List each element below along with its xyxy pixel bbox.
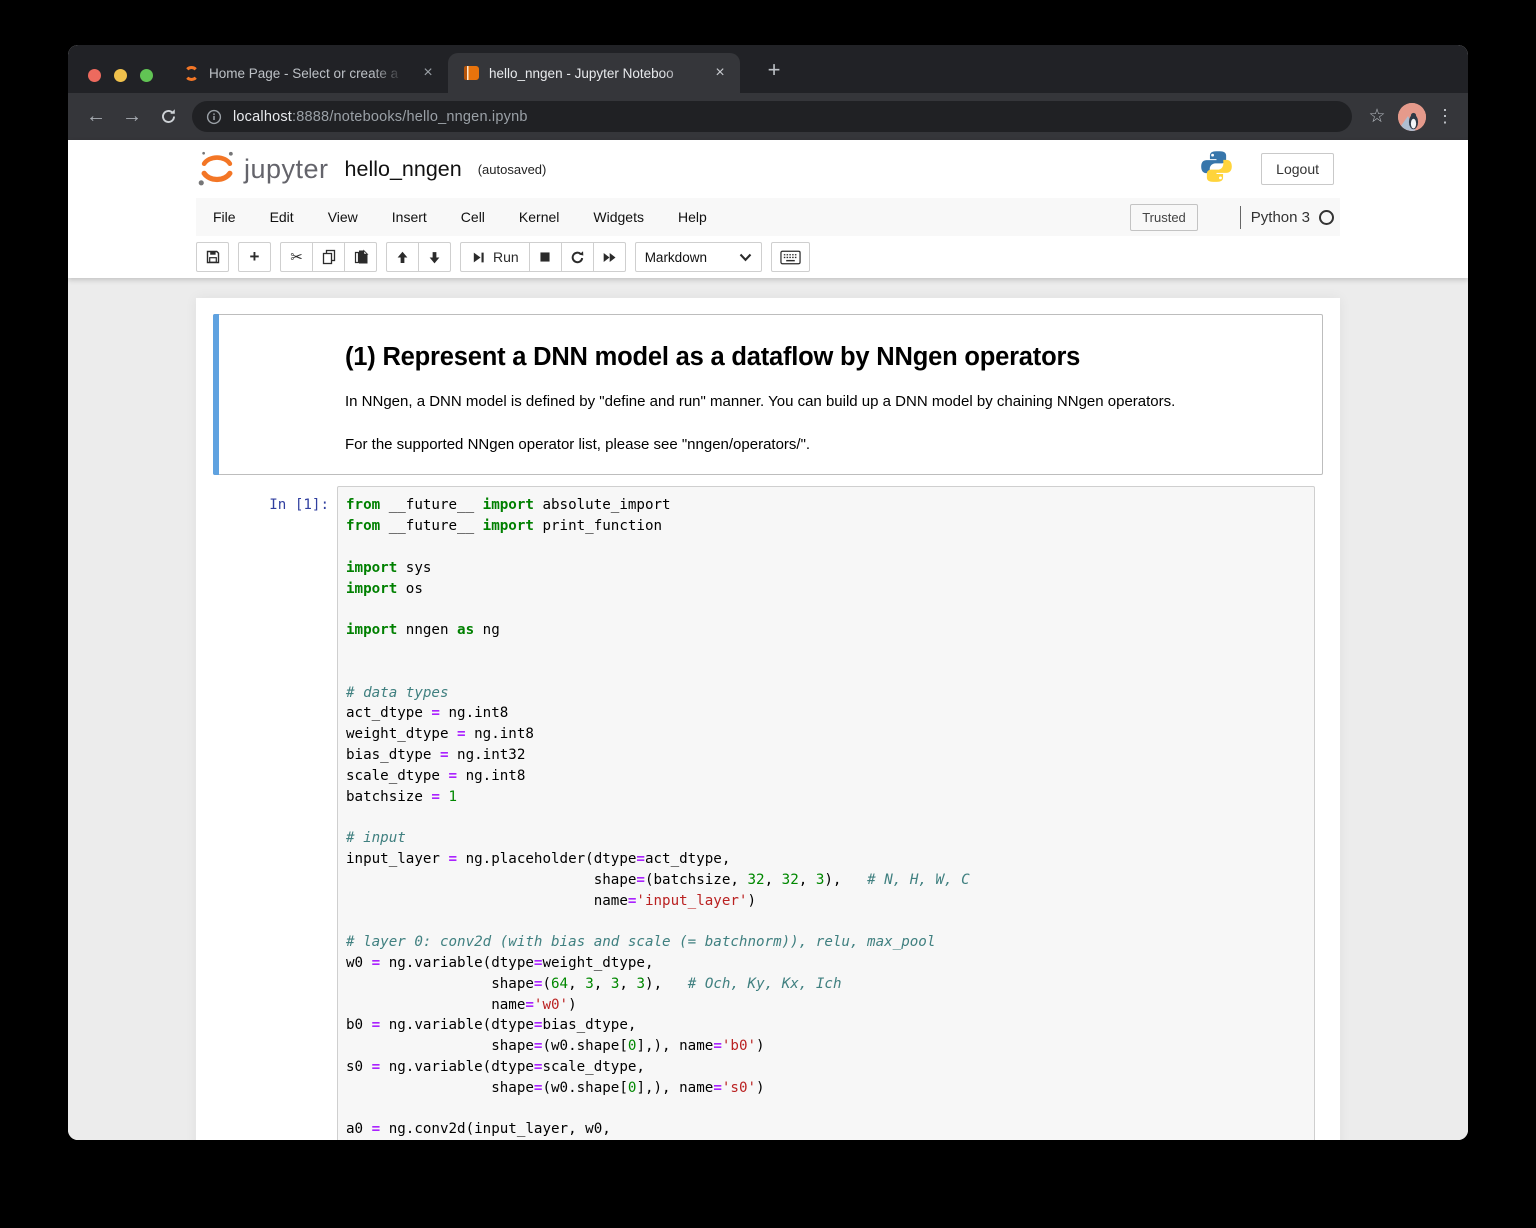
close-tab-icon[interactable]: × [418,63,438,83]
copy-icon [321,249,337,265]
input-prompt: In [1]: [213,486,337,1140]
code-editor[interactable]: from __future__ import absolute_importfr… [337,486,1315,1140]
menu-kernel[interactable]: Kernel [502,198,576,236]
python-logo-icon [1199,149,1234,189]
cut-cell-button[interactable]: ✂ [280,242,313,272]
paste-icon [353,249,369,265]
address-bar[interactable]: localhost:8888/notebooks/hello_nngen.ipy… [192,101,1352,132]
fast-forward-icon [602,250,617,265]
close-window-button[interactable] [88,69,101,82]
add-cell-button[interactable]: + [238,242,271,272]
arrow-up-icon [395,250,410,265]
kernel-name: Python 3 [1251,209,1310,226]
close-tab-icon[interactable]: × [710,63,730,83]
tab-home-page[interactable]: Home Page - Select or create a × [168,53,448,93]
restart-run-all-button[interactable] [593,242,626,272]
traffic-lights [88,69,153,82]
markdown-paragraph: In NNgen, a DNN model is defined by "def… [345,392,1292,411]
markdown-heading: (1) Represent a DNN model as a dataflow … [345,343,1292,372]
tab-title: hello_nngen - Jupyter Noteboo [489,66,700,81]
browser-toolbar: ← → localhost:8888/notebooks/hello_nngen… [68,93,1468,140]
command-palette-button[interactable] [771,242,810,272]
menu-insert[interactable]: Insert [375,198,444,236]
notebook-book-icon [464,66,479,80]
kernel-idle-indicator-icon [1319,210,1334,225]
bookmark-star-icon[interactable]: ☆ [1362,105,1392,128]
selected-cell-indicator [213,314,219,475]
notebook-toolbar: + ✂ Run [68,236,1468,278]
menu-file[interactable]: File [196,198,253,236]
stop-icon [538,250,552,264]
menu-cell[interactable]: Cell [444,198,502,236]
autosave-status: (autosaved) [478,162,547,177]
cell-type-dropdown[interactable]: Markdown [635,242,762,272]
notebook-area: (1) Represent a DNN model as a dataflow … [68,278,1468,1140]
minimize-window-button[interactable] [114,69,127,82]
restart-kernel-button[interactable] [561,242,594,272]
url-path: :8888/notebooks/hello_nngen.ipynb [292,109,528,125]
forward-icon[interactable]: → [114,99,150,135]
tab-strip: Home Page - Select or create a × hello_n… [68,45,1468,93]
kernel-divider [1240,206,1241,229]
run-cell-button[interactable]: Run [460,242,530,272]
jupyter-planet-icon [196,148,238,190]
chevron-down-icon [739,253,752,262]
jupyter-header: jupyter hello_nngen (autosaved) Logout F… [68,140,1468,278]
url-text: localhost:8888/notebooks/hello_nngen.ipy… [233,109,528,125]
jupyter-spinner-icon [184,66,199,81]
step-forward-icon [471,250,486,265]
move-cell-up-button[interactable] [386,242,419,272]
plus-icon: + [250,247,260,267]
paste-cell-button[interactable] [344,242,377,272]
site-info-icon[interactable] [206,109,222,125]
refresh-icon [570,250,585,265]
floppy-icon [205,249,221,265]
browser-window: Home Page - Select or create a × hello_n… [68,45,1468,1140]
new-tab-button[interactable]: + [760,57,788,85]
move-cell-down-button[interactable] [418,242,451,272]
tab-hello-nngen[interactable]: hello_nngen - Jupyter Noteboo × [448,53,740,93]
notebook-container: (1) Represent a DNN model as a dataflow … [196,298,1340,1140]
markdown-paragraph: For the supported NNgen operator list, p… [345,435,1292,454]
menu-view[interactable]: View [311,198,375,236]
menu-help[interactable]: Help [661,198,724,236]
tab-title: Home Page - Select or create a [209,66,408,81]
menu-widgets[interactable]: Widgets [576,198,661,236]
arrow-down-icon [427,250,442,265]
interrupt-kernel-button[interactable] [529,242,562,272]
menu-edit[interactable]: Edit [253,198,311,236]
markdown-cell[interactable]: (1) Represent a DNN model as a dataflow … [213,314,1323,475]
url-host: localhost [233,109,292,125]
code-lines: from __future__ import absolute_importfr… [346,495,1306,1140]
run-label: Run [493,249,519,265]
code-cell[interactable]: In [1]: from __future__ import absolute_… [213,486,1323,1140]
keyboard-icon [780,250,801,265]
logout-button[interactable]: Logout [1261,153,1334,185]
scissors-icon: ✂ [290,248,303,266]
copy-cell-button[interactable] [312,242,345,272]
zoom-window-button[interactable] [140,69,153,82]
jupyter-logo[interactable]: jupyter [196,148,329,190]
save-button[interactable] [196,242,229,272]
jupyter-logo-text: jupyter [244,154,329,185]
cell-type-value: Markdown [645,250,707,265]
notebook-title[interactable]: hello_nngen [345,157,462,182]
profile-avatar[interactable] [1398,103,1426,131]
trusted-badge[interactable]: Trusted [1130,204,1198,231]
menu-bar: File Edit View Insert Cell Kernel Widget… [68,198,1468,236]
browser-menu-icon[interactable]: ⋮ [1432,106,1458,127]
back-icon[interactable]: ← [78,99,114,135]
reload-icon[interactable] [150,99,186,135]
